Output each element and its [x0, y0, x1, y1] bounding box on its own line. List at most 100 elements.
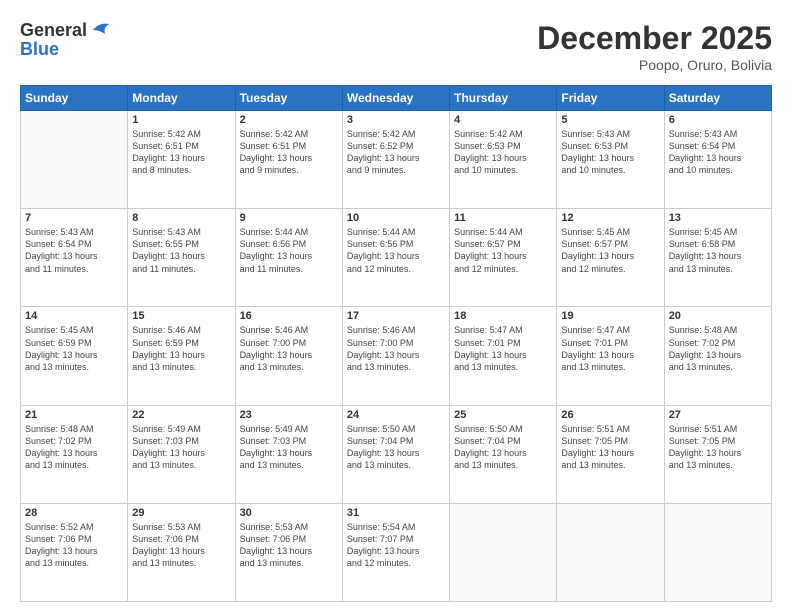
- day-number: 16: [240, 310, 338, 322]
- calendar-cell: [664, 503, 771, 601]
- day-info: Sunrise: 5:54 AM Sunset: 7:07 PM Dayligh…: [347, 521, 445, 570]
- day-number: 5: [561, 114, 659, 126]
- day-number: 22: [132, 409, 230, 421]
- weekday-header-friday: Friday: [557, 86, 664, 111]
- day-number: 28: [25, 507, 123, 519]
- day-info: Sunrise: 5:46 AM Sunset: 6:59 PM Dayligh…: [132, 324, 230, 373]
- calendar-cell: 25 Sunrise: 5:50 AM Sunset: 7:04 PM Dayli…: [450, 405, 557, 503]
- day-number: 29: [132, 507, 230, 519]
- calendar-cell: 28 Sunrise: 5:52 AM Sunset: 7:06 PM Dayli…: [21, 503, 128, 601]
- day-number: 30: [240, 507, 338, 519]
- page: General Blue December 2025 Poopo, Oruro,…: [0, 0, 792, 612]
- weekday-header-monday: Monday: [128, 86, 235, 111]
- day-info: Sunrise: 5:47 AM Sunset: 7:01 PM Dayligh…: [454, 324, 552, 373]
- day-number: 18: [454, 310, 552, 322]
- calendar-week-row: 1 Sunrise: 5:42 AM Sunset: 6:51 PM Daylig…: [21, 111, 772, 209]
- calendar-cell: 3 Sunrise: 5:42 AM Sunset: 6:52 PM Daylig…: [342, 111, 449, 209]
- day-number: 4: [454, 114, 552, 126]
- day-info: Sunrise: 5:50 AM Sunset: 7:04 PM Dayligh…: [454, 423, 552, 472]
- calendar-cell: 27 Sunrise: 5:51 AM Sunset: 7:05 PM Dayli…: [664, 405, 771, 503]
- weekday-header-wednesday: Wednesday: [342, 86, 449, 111]
- calendar-cell: 20 Sunrise: 5:48 AM Sunset: 7:02 PM Dayli…: [664, 307, 771, 405]
- calendar-cell: 2 Sunrise: 5:42 AM Sunset: 6:51 PM Daylig…: [235, 111, 342, 209]
- calendar-cell: 8 Sunrise: 5:43 AM Sunset: 6:55 PM Daylig…: [128, 209, 235, 307]
- day-number: 17: [347, 310, 445, 322]
- day-info: Sunrise: 5:53 AM Sunset: 7:06 PM Dayligh…: [132, 521, 230, 570]
- calendar-cell: 26Sunrise: 5:51 AM Sunset: 7:05 PM Dayli…: [557, 405, 664, 503]
- logo: General Blue: [20, 20, 111, 60]
- day-info: Sunrise: 5:42 AM Sunset: 6:53 PM Dayligh…: [454, 128, 552, 177]
- calendar-cell: [21, 111, 128, 209]
- calendar-cell: [450, 503, 557, 601]
- day-number: 11: [454, 212, 552, 224]
- day-info: Sunrise: 5:42 AM Sunset: 6:51 PM Dayligh…: [132, 128, 230, 177]
- day-number: 19: [561, 310, 659, 322]
- weekday-header-sunday: Sunday: [21, 86, 128, 111]
- logo-general: General: [20, 20, 87, 41]
- day-info: Sunrise: 5:48 AM Sunset: 7:02 PM Dayligh…: [669, 324, 767, 373]
- title-block: December 2025 Poopo, Oruro, Bolivia: [537, 20, 772, 73]
- calendar-cell: 10Sunrise: 5:44 AM Sunset: 6:56 PM Dayli…: [342, 209, 449, 307]
- logo-bird-icon: [89, 20, 111, 40]
- day-info: Sunrise: 5:49 AM Sunset: 7:03 PM Dayligh…: [132, 423, 230, 472]
- calendar-cell: 12Sunrise: 5:45 AM Sunset: 6:57 PM Dayli…: [557, 209, 664, 307]
- calendar-cell: 11Sunrise: 5:44 AM Sunset: 6:57 PM Dayli…: [450, 209, 557, 307]
- calendar-week-row: 28 Sunrise: 5:52 AM Sunset: 7:06 PM Dayli…: [21, 503, 772, 601]
- day-info: Sunrise: 5:49 AM Sunset: 7:03 PM Dayligh…: [240, 423, 338, 472]
- calendar-week-row: 14 Sunrise: 5:45 AM Sunset: 6:59 PM Dayli…: [21, 307, 772, 405]
- calendar-cell: 1 Sunrise: 5:42 AM Sunset: 6:51 PM Daylig…: [128, 111, 235, 209]
- calendar-cell: 19 Sunrise: 5:47 AM Sunset: 7:01 PM Dayli…: [557, 307, 664, 405]
- calendar-cell: 7Sunrise: 5:43 AM Sunset: 6:54 PM Daylig…: [21, 209, 128, 307]
- day-info: Sunrise: 5:46 AM Sunset: 7:00 PM Dayligh…: [347, 324, 445, 373]
- day-number: 8: [132, 212, 230, 224]
- day-info: Sunrise: 5:52 AM Sunset: 7:06 PM Dayligh…: [25, 521, 123, 570]
- calendar-cell: [557, 503, 664, 601]
- calendar-cell: 9Sunrise: 5:44 AM Sunset: 6:56 PM Daylig…: [235, 209, 342, 307]
- day-info: Sunrise: 5:51 AM Sunset: 7:05 PM Dayligh…: [669, 423, 767, 472]
- day-number: 25: [454, 409, 552, 421]
- day-number: 13: [669, 212, 767, 224]
- day-number: 20: [669, 310, 767, 322]
- day-number: 15: [132, 310, 230, 322]
- weekday-header-thursday: Thursday: [450, 86, 557, 111]
- header: General Blue December 2025 Poopo, Oruro,…: [20, 20, 772, 73]
- day-info: Sunrise: 5:47 AM Sunset: 7:01 PM Dayligh…: [561, 324, 659, 373]
- calendar-cell: 29 Sunrise: 5:53 AM Sunset: 7:06 PM Dayli…: [128, 503, 235, 601]
- calendar-cell: 15 Sunrise: 5:46 AM Sunset: 6:59 PM Dayli…: [128, 307, 235, 405]
- day-info: Sunrise: 5:43 AM Sunset: 6:53 PM Dayligh…: [561, 128, 659, 177]
- day-info: Sunrise: 5:44 AM Sunset: 6:56 PM Dayligh…: [347, 226, 445, 275]
- day-info: Sunrise: 5:50 AM Sunset: 7:04 PM Dayligh…: [347, 423, 445, 472]
- calendar-table: SundayMondayTuesdayWednesdayThursdayFrid…: [20, 85, 772, 602]
- calendar-week-row: 7Sunrise: 5:43 AM Sunset: 6:54 PM Daylig…: [21, 209, 772, 307]
- calendar-cell: 23 Sunrise: 5:49 AM Sunset: 7:03 PM Dayli…: [235, 405, 342, 503]
- day-info: Sunrise: 5:48 AM Sunset: 7:02 PM Dayligh…: [25, 423, 123, 472]
- calendar-cell: 30Sunrise: 5:53 AM Sunset: 7:06 PM Dayli…: [235, 503, 342, 601]
- day-number: 21: [25, 409, 123, 421]
- calendar-cell: 22 Sunrise: 5:49 AM Sunset: 7:03 PM Dayli…: [128, 405, 235, 503]
- calendar-header-row: SundayMondayTuesdayWednesdayThursdayFrid…: [21, 86, 772, 111]
- day-info: Sunrise: 5:45 AM Sunset: 6:58 PM Dayligh…: [669, 226, 767, 275]
- calendar-cell: 14 Sunrise: 5:45 AM Sunset: 6:59 PM Dayli…: [21, 307, 128, 405]
- day-number: 2: [240, 114, 338, 126]
- day-number: 1: [132, 114, 230, 126]
- calendar-cell: 21 Sunrise: 5:48 AM Sunset: 7:02 PM Dayli…: [21, 405, 128, 503]
- day-number: 3: [347, 114, 445, 126]
- day-number: 23: [240, 409, 338, 421]
- day-info: Sunrise: 5:42 AM Sunset: 6:52 PM Dayligh…: [347, 128, 445, 177]
- weekday-header-tuesday: Tuesday: [235, 86, 342, 111]
- day-number: 31: [347, 507, 445, 519]
- day-info: Sunrise: 5:42 AM Sunset: 6:51 PM Dayligh…: [240, 128, 338, 177]
- day-number: 14: [25, 310, 123, 322]
- day-info: Sunrise: 5:43 AM Sunset: 6:54 PM Dayligh…: [669, 128, 767, 177]
- calendar-cell: 13 Sunrise: 5:45 AM Sunset: 6:58 PM Dayli…: [664, 209, 771, 307]
- day-number: 27: [669, 409, 767, 421]
- calendar-cell: 31 Sunrise: 5:54 AM Sunset: 7:07 PM Dayli…: [342, 503, 449, 601]
- day-info: Sunrise: 5:45 AM Sunset: 6:59 PM Dayligh…: [25, 324, 123, 373]
- calendar-cell: 24Sunrise: 5:50 AM Sunset: 7:04 PM Dayli…: [342, 405, 449, 503]
- logo-blue: Blue: [20, 39, 111, 60]
- calendar-cell: 5 Sunrise: 5:43 AM Sunset: 6:53 PM Daylig…: [557, 111, 664, 209]
- month-title: December 2025: [537, 20, 772, 57]
- day-number: 12: [561, 212, 659, 224]
- day-info: Sunrise: 5:43 AM Sunset: 6:55 PM Dayligh…: [132, 226, 230, 275]
- day-number: 6: [669, 114, 767, 126]
